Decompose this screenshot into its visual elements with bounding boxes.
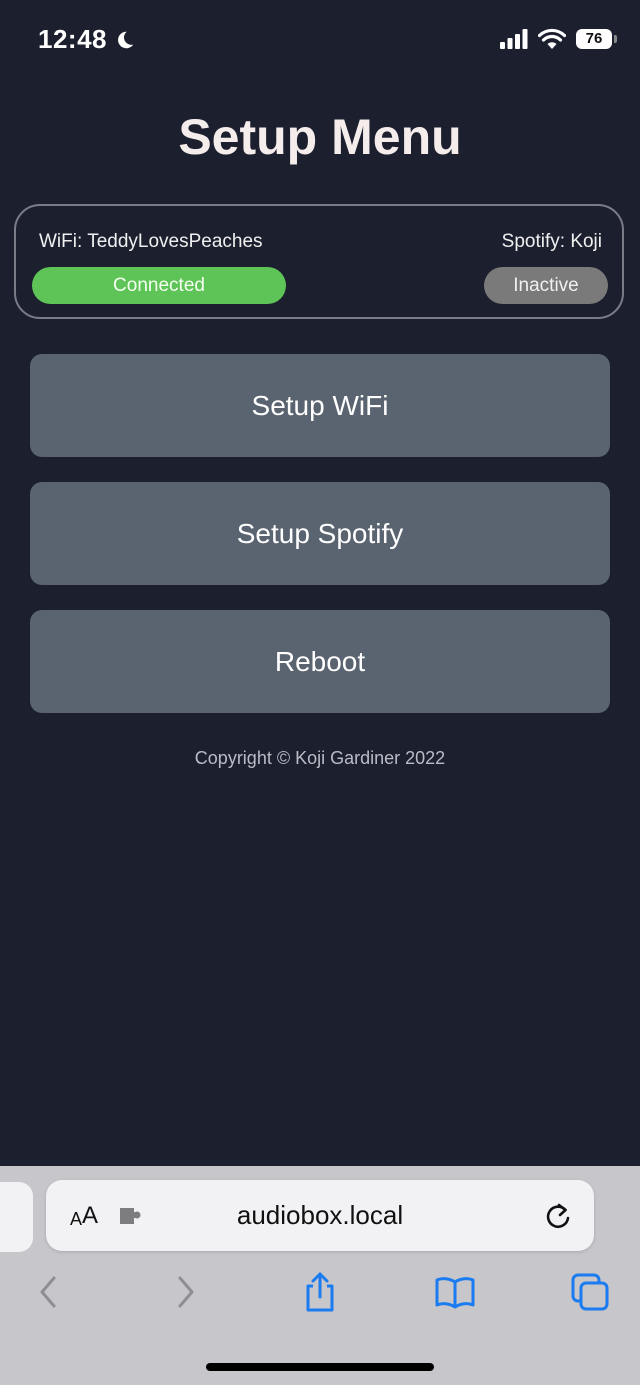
status-indicators: 76 xyxy=(500,28,617,49)
spotify-status-badge: Inactive xyxy=(484,267,608,304)
address-bar[interactable]: A A audiobox.local xyxy=(46,1180,594,1251)
setup-spotify-button[interactable]: Setup Spotify xyxy=(30,482,610,585)
forward-button[interactable] xyxy=(164,1270,208,1314)
share-icon xyxy=(306,1272,334,1312)
chevron-left-icon xyxy=(40,1276,56,1308)
wifi-status-badge: Connected xyxy=(32,267,286,304)
spotify-account-label: Spotify: Koji xyxy=(501,231,602,252)
back-button[interactable] xyxy=(26,1270,70,1314)
reload-icon[interactable] xyxy=(544,1201,572,1231)
battery-level: 76 xyxy=(585,30,603,47)
clock: 12:48 xyxy=(38,24,107,54)
page-title: Setup Menu xyxy=(178,109,462,165)
moon-icon xyxy=(118,31,134,48)
chevron-right-icon xyxy=(178,1276,194,1308)
wifi-icon xyxy=(538,28,566,49)
tabs-button[interactable] xyxy=(568,1270,612,1314)
setup-wifi-button[interactable]: Setup WiFi xyxy=(30,354,610,457)
browser-toolbar: A A audiobox.local xyxy=(0,1166,640,1385)
battery-indicator: 76 xyxy=(576,28,617,49)
reboot-button[interactable]: Reboot xyxy=(30,610,610,713)
book-icon xyxy=(435,1277,475,1309)
home-indicator[interactable] xyxy=(206,1363,434,1371)
status-card: WiFi: TeddyLovesPeaches Spotify: Koji Co… xyxy=(14,204,624,319)
status-bar: 12:48 76 xyxy=(0,0,640,80)
bookmarks-button[interactable] xyxy=(433,1270,477,1314)
copyright-text: Copyright © Koji Gardiner 2022 xyxy=(194,748,446,768)
share-button[interactable] xyxy=(298,1270,342,1314)
cellular-signal-icon xyxy=(500,28,528,49)
status-time: 12:48 xyxy=(38,24,135,55)
tabs-icon xyxy=(571,1273,609,1311)
url-text[interactable]: audiobox.local xyxy=(46,1200,594,1231)
wifi-network-label: WiFi: TeddyLovesPeaches xyxy=(39,231,263,252)
previous-tab-preview[interactable] xyxy=(0,1182,33,1252)
